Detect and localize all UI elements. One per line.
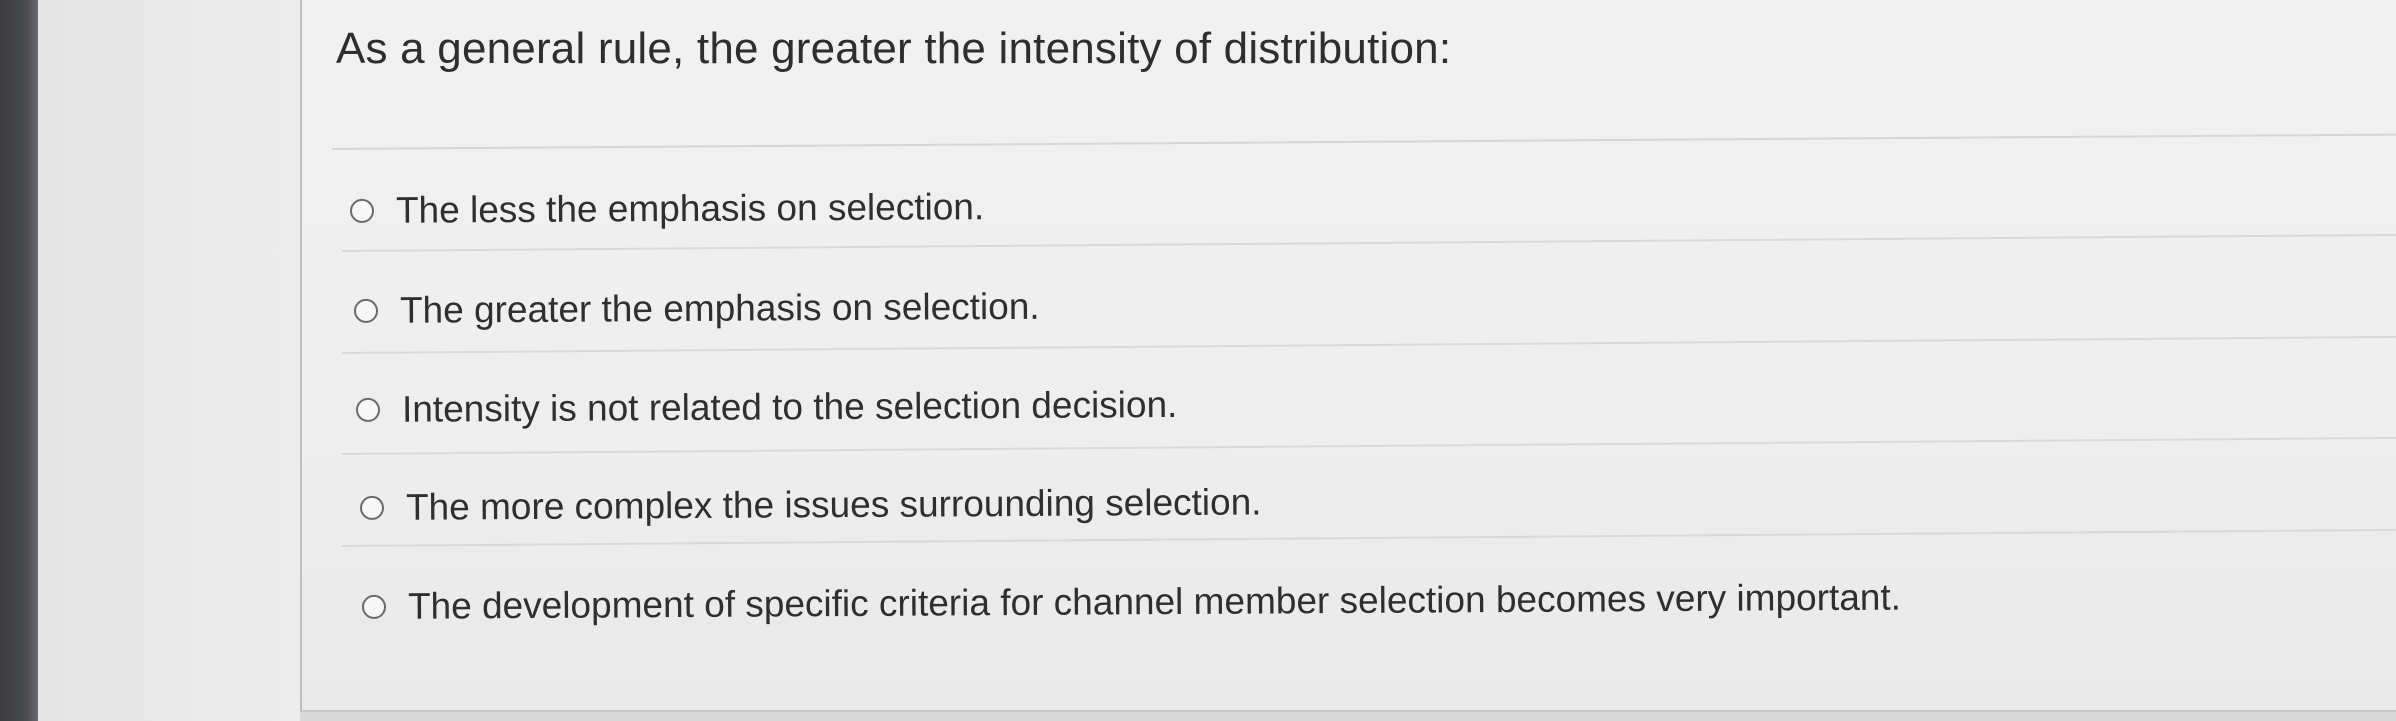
answer-option-4[interactable]: The more complex the issues surrounding … xyxy=(359,467,1262,543)
question-card: As a general rule, the greater the inten… xyxy=(300,0,2396,712)
answer-label[interactable]: The development of specific criteria for… xyxy=(408,577,1901,628)
radio-button-icon[interactable] xyxy=(361,594,387,619)
answer-label[interactable]: The more complex the issues surrounding … xyxy=(406,481,1262,528)
answer-option-1[interactable]: The less the emphasis on selection. xyxy=(349,172,985,246)
answer-list: The less the emphasis on selection. The … xyxy=(302,0,2396,710)
answer-option-3[interactable]: Intensity is not related to the selectio… xyxy=(355,370,1178,445)
radio-button-icon[interactable] xyxy=(353,298,379,323)
left-margin-panel xyxy=(38,0,300,721)
radio-button-icon[interactable] xyxy=(355,397,381,422)
answer-option-5[interactable]: The development of specific criteria for… xyxy=(361,563,1901,642)
radio-button-icon[interactable] xyxy=(349,198,375,223)
answer-label[interactable]: The greater the emphasis on selection. xyxy=(400,286,1040,332)
window-left-edge xyxy=(0,0,38,721)
radio-button-icon[interactable] xyxy=(359,495,385,520)
answer-option-2[interactable]: The greater the emphasis on selection. xyxy=(353,272,1040,346)
answer-label[interactable]: The less the emphasis on selection. xyxy=(396,186,984,232)
answer-label[interactable]: Intensity is not related to the selectio… xyxy=(402,384,1178,431)
